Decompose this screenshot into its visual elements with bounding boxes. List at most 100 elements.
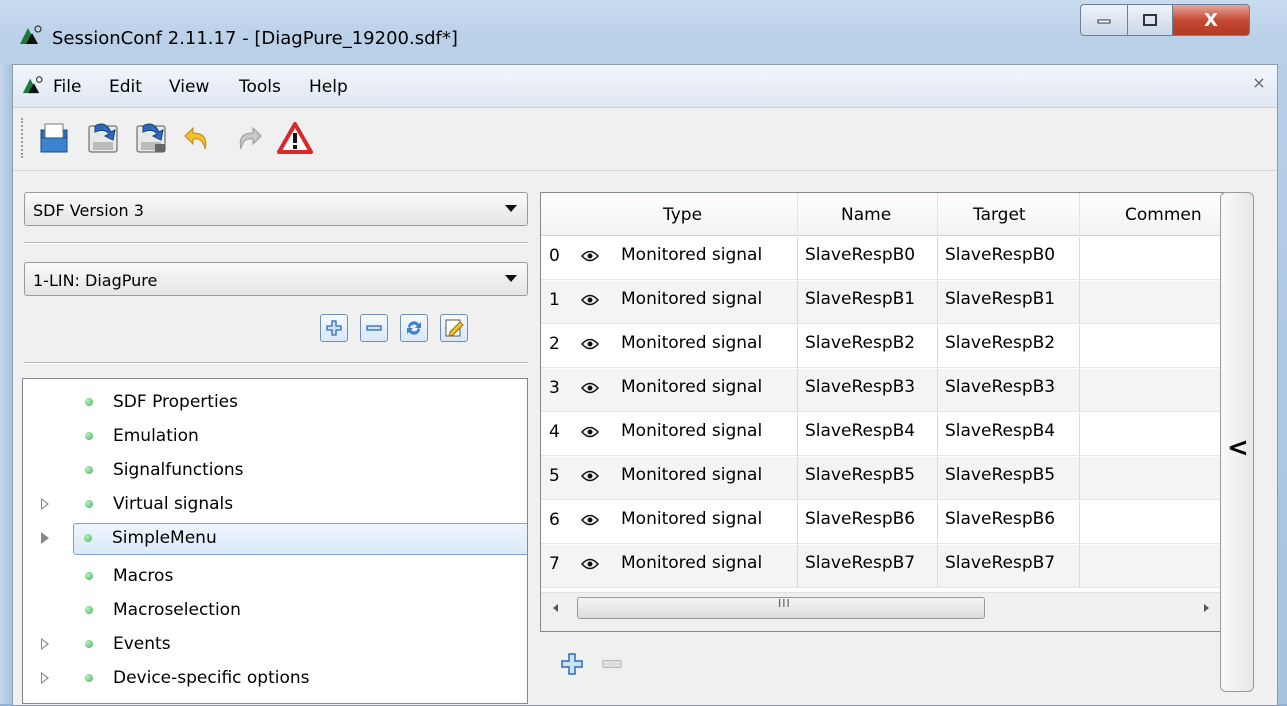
- node-bullet-icon: [85, 466, 93, 474]
- table-header: Type Name Target Commen: [541, 193, 1223, 236]
- cell-type: Monitored signal: [621, 377, 763, 397]
- menu-edit[interactable]: Edit: [109, 77, 142, 97]
- eye-icon[interactable]: [581, 382, 599, 394]
- tree-item-sdf-properties[interactable]: SDF Properties: [23, 387, 527, 419]
- tree-item-label: Signalfunctions: [113, 460, 244, 480]
- tree-item-device-specific-options[interactable]: Device-specific options: [23, 663, 527, 695]
- remove-bus-button[interactable]: [360, 314, 388, 342]
- cell-divider: [797, 237, 798, 279]
- redo-icon[interactable]: [229, 120, 265, 156]
- menu-tools[interactable]: Tools: [239, 77, 281, 97]
- menu-file[interactable]: File: [53, 77, 81, 97]
- table-row[interactable]: 6 Monitored signal SlaveRespB6 SlaveResp…: [541, 501, 1223, 544]
- side-panel-toggle[interactable]: <: [1220, 192, 1254, 692]
- eye-icon[interactable]: [581, 470, 599, 482]
- save-as-icon[interactable]: [133, 120, 169, 156]
- table-row[interactable]: 1 Monitored signal SlaveRespB1 SlaveResp…: [541, 281, 1223, 324]
- minimize-button[interactable]: [1080, 4, 1128, 36]
- column-header-comment[interactable]: Commen: [1125, 205, 1202, 225]
- mdi-close-button[interactable]: ×: [1249, 73, 1269, 93]
- column-header-name[interactable]: Name: [841, 205, 891, 225]
- row-index: 6: [549, 510, 560, 530]
- add-bus-button[interactable]: [320, 314, 348, 342]
- bus-select[interactable]: 1-LIN: DiagPure: [24, 262, 528, 296]
- table-row[interactable]: 3 Monitored signal SlaveRespB3 SlaveResp…: [541, 369, 1223, 412]
- maximize-button[interactable]: [1128, 4, 1173, 36]
- tree-item-label: Macros: [113, 566, 174, 586]
- tree-item-label: SimpleMenu: [112, 528, 217, 548]
- close-button[interactable]: X: [1173, 4, 1250, 36]
- expand-arrow-icon[interactable]: [41, 638, 49, 650]
- warning-icon[interactable]: [277, 120, 313, 156]
- eye-icon[interactable]: [581, 558, 599, 570]
- tree-item-signalfunctions[interactable]: Signalfunctions: [23, 455, 527, 487]
- expand-arrow-icon[interactable]: [41, 672, 49, 684]
- cell-type: Monitored signal: [621, 465, 763, 485]
- row-index: 0: [549, 246, 560, 266]
- column-header-target[interactable]: Target: [973, 205, 1026, 225]
- cell-type: Monitored signal: [621, 333, 763, 353]
- add-row-icon[interactable]: [560, 652, 584, 676]
- table-row[interactable]: 5 Monitored signal SlaveRespB5 SlaveResp…: [541, 457, 1223, 500]
- tree-item-macros[interactable]: Macros: [23, 561, 527, 593]
- eye-icon[interactable]: [581, 250, 599, 262]
- horizontal-scrollbar[interactable]: III: [541, 592, 1223, 631]
- close-icon: X: [1204, 9, 1218, 31]
- cell-divider: [797, 545, 798, 587]
- scroll-left-icon[interactable]: [553, 604, 558, 612]
- remove-row-icon[interactable]: [602, 660, 622, 668]
- column-divider[interactable]: [1079, 193, 1080, 235]
- edit-icon: [445, 319, 464, 337]
- cell-name: SlaveRespB0: [805, 245, 916, 265]
- save-icon[interactable]: [85, 120, 121, 156]
- expand-arrow-icon[interactable]: [41, 532, 49, 544]
- table-row[interactable]: 0 Monitored signal SlaveRespB0 SlaveResp…: [541, 237, 1223, 280]
- row-index: 3: [549, 378, 560, 398]
- tree-item-emulation[interactable]: Emulation: [23, 421, 527, 453]
- chevron-left-icon: <: [1227, 433, 1249, 463]
- refresh-button[interactable]: [400, 314, 428, 342]
- undo-icon[interactable]: [181, 120, 217, 156]
- scroll-right-icon[interactable]: [1204, 604, 1209, 612]
- cell-name: SlaveRespB7: [805, 553, 916, 573]
- node-bullet-icon: [84, 534, 92, 542]
- tree-item-macroselection[interactable]: Macroselection: [23, 595, 527, 627]
- row-index: 4: [549, 422, 560, 442]
- cell-divider: [797, 413, 798, 455]
- eye-icon[interactable]: [581, 294, 599, 306]
- column-divider[interactable]: [937, 193, 938, 235]
- cell-name: SlaveRespB4: [805, 421, 916, 441]
- edit-button[interactable]: [440, 314, 468, 342]
- cell-divider: [937, 413, 938, 455]
- scrollbar-thumb[interactable]: III: [577, 597, 985, 619]
- tree-item-simplemenu[interactable]: SimpleMenu: [73, 523, 527, 555]
- cell-divider: [937, 325, 938, 367]
- eye-icon[interactable]: [581, 338, 599, 350]
- tree-item-virtual-signals[interactable]: Virtual signals: [23, 489, 527, 521]
- add-icon: [326, 320, 342, 336]
- column-header-type[interactable]: Type: [663, 205, 702, 225]
- window-frame-left: [0, 64, 12, 704]
- expand-arrow-icon[interactable]: [41, 498, 49, 510]
- cell-divider: [797, 457, 798, 499]
- table-row[interactable]: 4 Monitored signal SlaveRespB4 SlaveResp…: [541, 413, 1223, 456]
- menu-help[interactable]: Help: [309, 77, 348, 97]
- sdf-version-select[interactable]: SDF Version 3: [24, 192, 528, 226]
- open-file-icon[interactable]: [37, 120, 73, 156]
- divider: [24, 242, 528, 244]
- menu-view[interactable]: View: [169, 77, 209, 97]
- eye-icon[interactable]: [581, 426, 599, 438]
- table-row[interactable]: 2 Monitored signal SlaveRespB2 SlaveResp…: [541, 325, 1223, 368]
- row-index: 7: [549, 554, 560, 574]
- cell-divider: [937, 545, 938, 587]
- cell-divider: [1079, 545, 1080, 587]
- tree-item-events[interactable]: Events: [23, 629, 527, 661]
- eye-icon[interactable]: [581, 514, 599, 526]
- column-divider[interactable]: [797, 193, 798, 235]
- table-row[interactable]: 7 Monitored signal SlaveRespB7 SlaveResp…: [541, 545, 1223, 588]
- toolbar-grip[interactable]: [21, 118, 26, 158]
- title-bar: SessionConf 2.11.17 - [DiagPure_19200.sd…: [0, 0, 1287, 64]
- window-title: SessionConf 2.11.17 - [DiagPure_19200.sd…: [52, 28, 458, 49]
- scroll-grip: III: [778, 597, 791, 610]
- app-window: SessionConf 2.11.17 - [DiagPure_19200.sd…: [0, 0, 1287, 706]
